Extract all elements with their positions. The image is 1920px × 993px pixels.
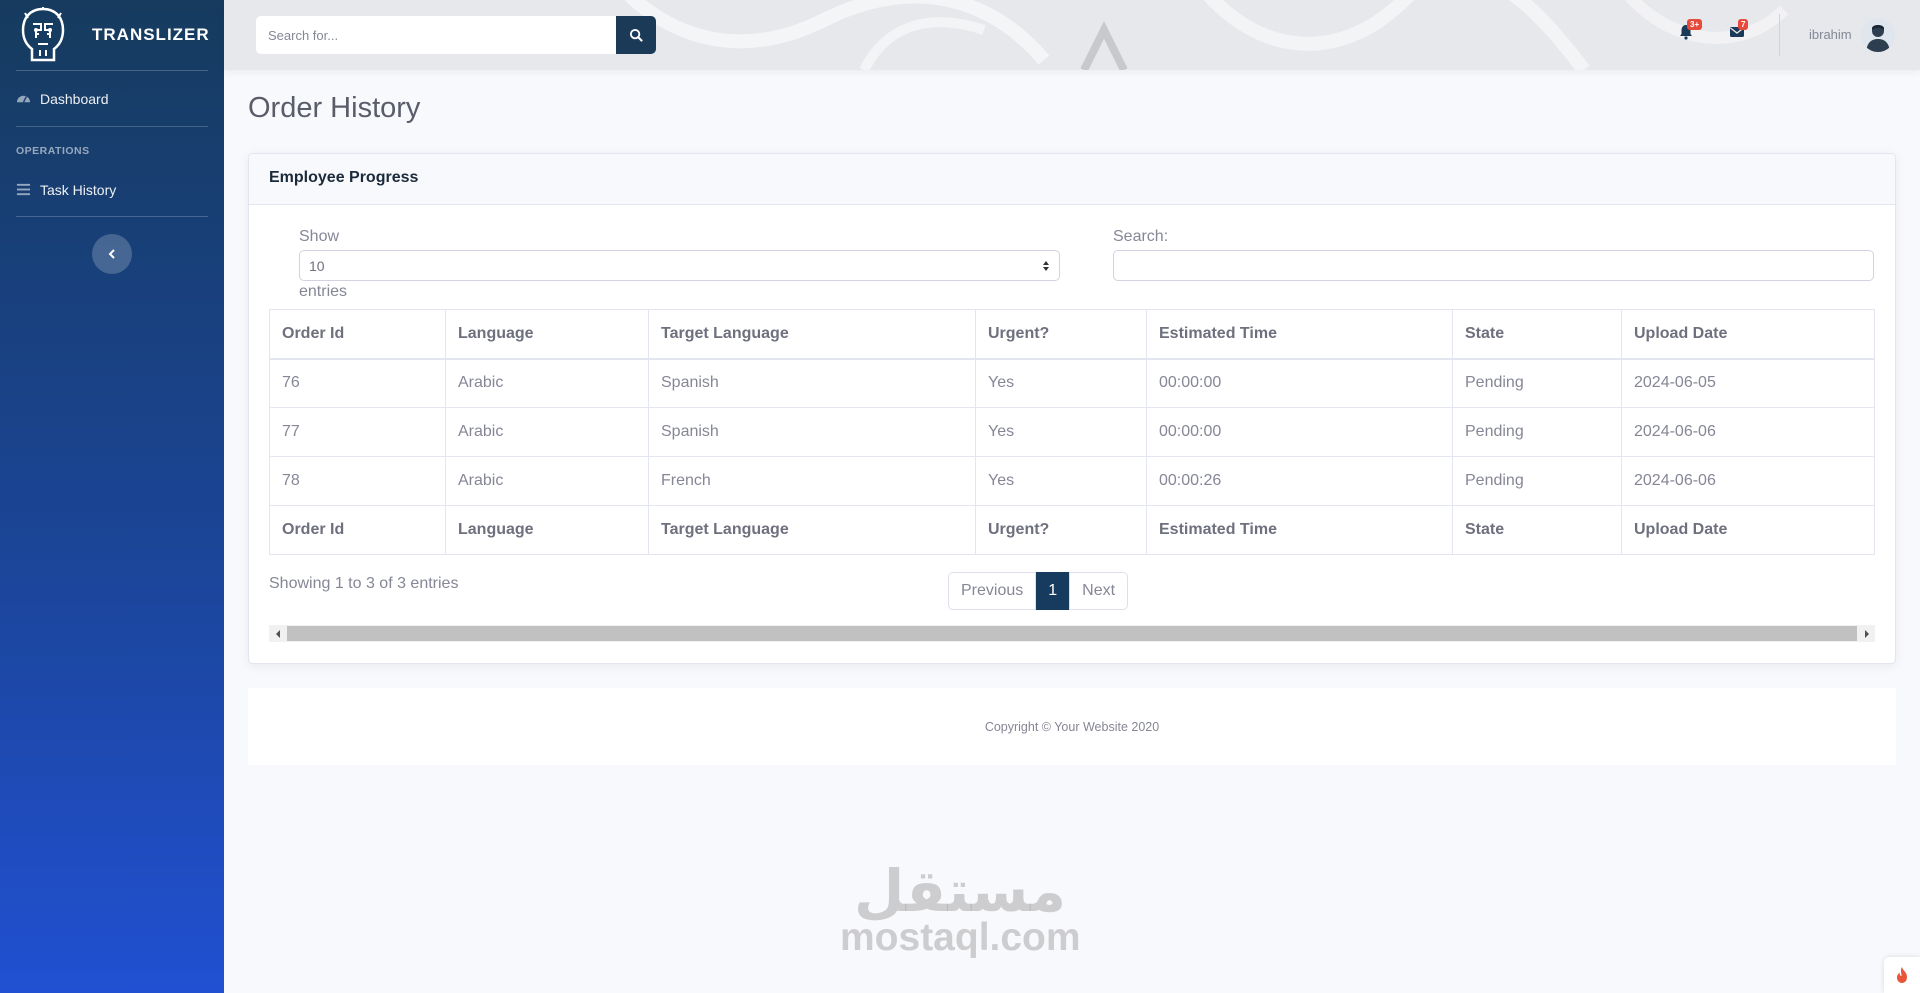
- pagination: Previous 1 Next: [948, 572, 1129, 610]
- sidebar-item-label: Task History: [40, 181, 117, 198]
- search-button[interactable]: [616, 16, 656, 54]
- tachometer-icon: [16, 95, 31, 103]
- sidebar-item-task-history[interactable]: Task History: [0, 163, 224, 216]
- horizontal-scrollbar[interactable]: [269, 625, 1875, 642]
- column-header-target-language[interactable]: Target Language: [648, 309, 976, 360]
- cell-upload-date: 2024-06-06: [1621, 407, 1875, 457]
- column-footer-estimated-time: Estimated Time: [1146, 505, 1453, 555]
- cell-urgent: Yes: [975, 407, 1147, 457]
- table-search-label: Search:: [1113, 228, 1169, 245]
- page-title: Order History: [248, 92, 421, 124]
- alerts-badge: 3+: [1687, 19, 1703, 30]
- pagination-next[interactable]: Next: [1069, 572, 1129, 610]
- order-table: Order Id Language Target Language Urgent…: [269, 309, 1875, 555]
- column-header-language[interactable]: Language: [445, 309, 649, 360]
- column-footer-upload-date: Upload Date: [1621, 505, 1875, 555]
- cell-upload-date: 2024-06-05: [1621, 358, 1875, 408]
- cell-order-id: 76: [269, 358, 446, 408]
- table-row: 78 Arabic French Yes 00:00:26 Pending 20…: [269, 456, 1875, 506]
- topbar-search: [256, 16, 656, 54]
- scrollbar-thumb[interactable]: [287, 626, 1857, 641]
- entries-select[interactable]: 10: [299, 250, 1060, 281]
- footer: Copyright © Your Website 2020: [248, 688, 1896, 765]
- sidebar-heading: OPERATIONS: [16, 145, 90, 157]
- brand-name: TRANSLIZER: [92, 25, 210, 44]
- length-show-label: Show: [299, 228, 340, 245]
- cell-state: Pending: [1452, 456, 1622, 506]
- cell-urgent: Yes: [975, 456, 1147, 506]
- copyright-text: Copyright © Your Website 2020: [984, 719, 1160, 734]
- watermark: مستقل mostaql.com: [840, 857, 1081, 959]
- column-footer-language: Language: [445, 505, 649, 555]
- chevron-left-icon: [108, 249, 115, 259]
- sidebar-toggle-button[interactable]: [92, 234, 132, 274]
- brand-logo-icon: [21, 7, 65, 62]
- pagination-previous[interactable]: Previous: [948, 572, 1037, 610]
- cell-upload-date: 2024-06-06: [1621, 456, 1875, 506]
- cell-target-language: French: [648, 456, 976, 506]
- cell-estimated-time: 00:00:00: [1146, 358, 1453, 408]
- topbar: 3+ 7 ibrahim: [224, 0, 1920, 70]
- table-row: 77 Arabic Spanish Yes 00:00:00 Pending 2…: [269, 407, 1875, 457]
- cell-order-id: 78: [269, 456, 446, 506]
- cell-state: Pending: [1452, 358, 1622, 408]
- cell-target-language: Spanish: [648, 358, 976, 408]
- entries-select-value: 10: [309, 257, 325, 274]
- cell-language: Arabic: [445, 358, 649, 408]
- user-name[interactable]: ibrahim: [1809, 27, 1852, 42]
- sidebar: TRANSLIZER Dashboard OPERATIONS Task His…: [0, 0, 224, 993]
- caret-right-icon: [1864, 629, 1869, 638]
- table-header-row: Order Id Language Target Language Urgent…: [269, 309, 1875, 360]
- employee-progress-card: Employee Progress Show 10 entries Search…: [248, 153, 1896, 664]
- table-row: 76 Arabic Spanish Yes 00:00:00 Pending 2…: [269, 358, 1875, 408]
- search-icon: [629, 28, 643, 42]
- cell-language: Arabic: [445, 456, 649, 506]
- scroll-left-button[interactable]: [269, 625, 286, 642]
- column-header-urgent[interactable]: Urgent?: [975, 309, 1147, 360]
- length-entries-label: entries: [299, 283, 348, 300]
- sidebar-item-label: Dashboard: [40, 90, 109, 107]
- cell-estimated-time: 00:00:26: [1146, 456, 1453, 506]
- column-footer-urgent: Urgent?: [975, 505, 1147, 555]
- messages-button[interactable]: 7: [1729, 19, 1749, 42]
- sidebar-brand[interactable]: TRANSLIZER: [0, 0, 224, 70]
- list-icon: [16, 183, 31, 196]
- topbar-divider: [1779, 14, 1780, 56]
- table-footer-row: Order Id Language Target Language Urgent…: [269, 505, 1875, 555]
- column-header-estimated-time[interactable]: Estimated Time: [1146, 309, 1453, 360]
- cell-state: Pending: [1452, 407, 1622, 457]
- column-footer-state: State: [1452, 505, 1622, 555]
- sort-icon: [1043, 260, 1049, 271]
- user-avatar-icon: [1866, 25, 1890, 52]
- column-header-order-id[interactable]: Order Id: [269, 309, 446, 360]
- cell-order-id: 77: [269, 407, 446, 457]
- scroll-right-button[interactable]: [1858, 625, 1875, 642]
- column-footer-target-language: Target Language: [648, 505, 976, 555]
- corner-widget-button[interactable]: [1884, 957, 1920, 993]
- messages-badge: 7: [1738, 19, 1749, 30]
- fire-icon: [1897, 967, 1907, 983]
- cell-estimated-time: 00:00:00: [1146, 407, 1453, 457]
- cell-language: Arabic: [445, 407, 649, 457]
- column-footer-order-id: Order Id: [269, 505, 446, 555]
- caret-left-icon: [275, 629, 280, 638]
- table-search-input[interactable]: [1113, 250, 1874, 281]
- table-info: Showing 1 to 3 of 3 entries: [269, 575, 459, 592]
- watermark-arabic: مستقل: [853, 857, 1067, 925]
- cell-urgent: Yes: [975, 358, 1147, 408]
- column-header-state[interactable]: State: [1452, 309, 1622, 360]
- column-header-upload-date[interactable]: Upload Date: [1621, 309, 1875, 360]
- cell-target-language: Spanish: [648, 407, 976, 457]
- avatar[interactable]: [1861, 18, 1895, 52]
- card-title: Employee Progress: [249, 154, 1895, 205]
- sidebar-divider: [16, 216, 208, 217]
- sidebar-item-dashboard[interactable]: Dashboard: [0, 71, 224, 126]
- alerts-button[interactable]: 3+: [1678, 19, 1703, 42]
- watermark-latin: mostaql.com: [840, 916, 1081, 959]
- search-input[interactable]: [256, 16, 616, 54]
- pagination-page-1[interactable]: 1: [1036, 572, 1070, 610]
